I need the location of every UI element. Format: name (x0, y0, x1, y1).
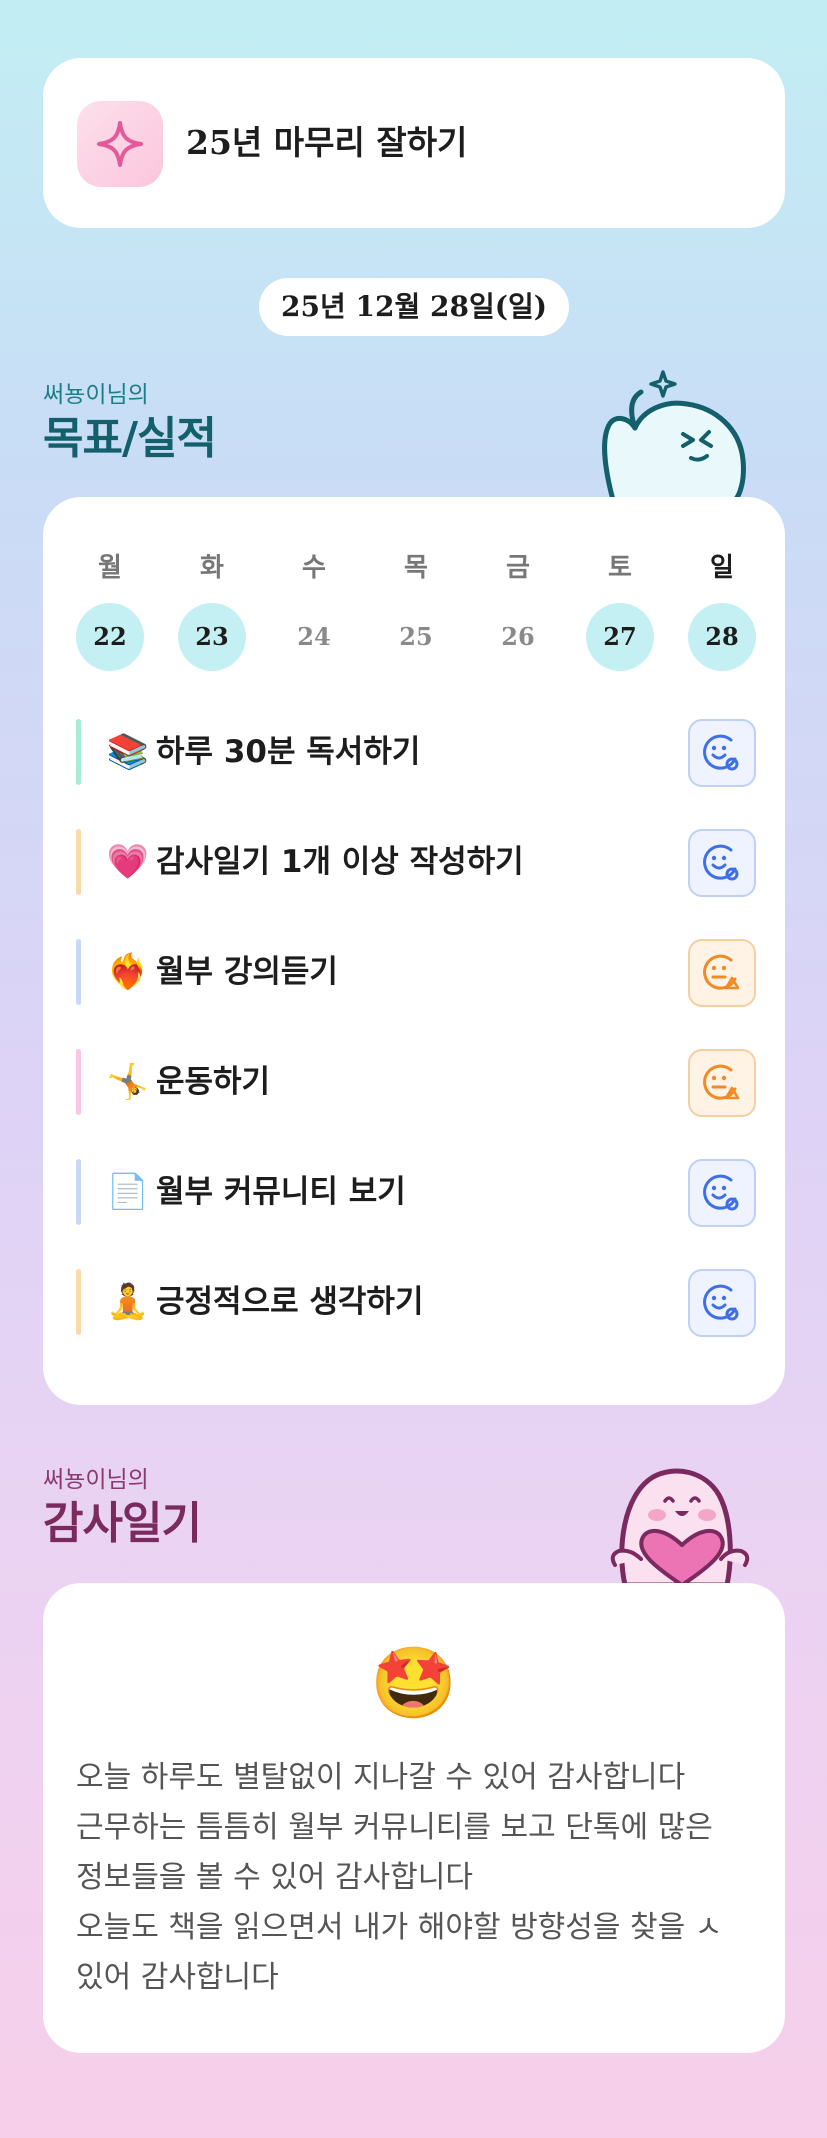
goal-banner-card[interactable]: 25년 마무리 잘하기 (43, 58, 785, 228)
goal-color-bar (76, 939, 81, 1005)
goal-row[interactable]: ❤️‍🔥 월부 강의듣기 (76, 939, 756, 1007)
day-label: 목 (404, 553, 428, 583)
goal-row[interactable]: 🧘 긍정적으로 생각하기 (76, 1269, 756, 1337)
date-pill[interactable]: 25년 12월 28일(일) (259, 278, 569, 336)
goals-card: 월 22 화 23 수 24 목 25 금 26 토 27 일 28 📚 하루 30분 독서하기 💗 감사일기 … (43, 497, 785, 1405)
diary-section-title: 감사일기 (43, 1498, 202, 1549)
diary-line: 정보들을 볼 수 있어 감사합니다 (76, 1860, 473, 1895)
day-label: 금 (506, 553, 530, 583)
mood-neutral-icon[interactable] (688, 1049, 756, 1117)
diary-line: 오늘 하루도 별탈없이 지나갈 수 있어 감사합니다 (76, 1760, 686, 1795)
goal-label: 월부 강의듣기 (156, 954, 338, 990)
day-label: 일 (710, 553, 734, 583)
day-label: 수 (302, 553, 326, 583)
diary-line: 있어 감사합니다 (76, 1960, 279, 1995)
goal-row[interactable]: 📄 월부 커뮤니티 보기 (76, 1159, 756, 1227)
day-number: 22 (76, 603, 144, 671)
diary-line: 오늘도 책을 읽으면서 내가 해야할 방향성을 찾을 ㅅ (76, 1910, 723, 1945)
goal-emoji-icon: 🤸 (106, 1062, 150, 1102)
goal-color-bar (76, 1269, 81, 1335)
star-struck-emoji-icon: 🤩 (370, 1642, 458, 1724)
week-selector: 월 22 화 23 수 24 목 25 금 26 토 27 일 28 (76, 547, 756, 677)
mood-smile-icon[interactable] (688, 1159, 756, 1227)
mood-smile-icon[interactable] (688, 719, 756, 787)
goal-row[interactable]: 💗 감사일기 1개 이상 작성하기 (76, 829, 756, 897)
day-number: 26 (501, 622, 535, 651)
sparkle-icon (77, 101, 163, 187)
mood-smile-icon[interactable] (688, 829, 756, 897)
goal-emoji-icon: 📄 (106, 1172, 150, 1212)
goals-section-title: 목표/실적 (43, 413, 217, 464)
day-label: 월 (98, 553, 122, 583)
goal-label: 감사일기 1개 이상 작성하기 (156, 844, 524, 880)
teal-mascot-illustration (602, 370, 746, 500)
day-number: 28 (688, 603, 756, 671)
day-number: 23 (178, 603, 246, 671)
day-number: 25 (399, 622, 433, 651)
goal-row[interactable]: 📚 하루 30분 독서하기 (76, 719, 756, 787)
mood-smile-icon[interactable] (688, 1269, 756, 1337)
goal-banner-title: 25년 마무리 잘하기 (186, 123, 468, 162)
goal-label: 월부 커뮤니티 보기 (156, 1174, 406, 1210)
goal-label: 하루 30분 독서하기 (156, 734, 421, 770)
gratitude-diary-card[interactable]: 🤩 오늘 하루도 별탈없이 지나갈 수 있어 감사합니다근무하는 틈틈히 월부 … (43, 1583, 785, 2053)
day-number: 24 (297, 622, 331, 651)
goal-color-bar (76, 1159, 81, 1225)
mood-neutral-icon[interactable] (688, 939, 756, 1007)
goal-row[interactable]: 🤸 운동하기 (76, 1049, 756, 1117)
goal-emoji-icon: ❤️‍🔥 (106, 952, 150, 992)
diary-line: 근무하는 틈틈히 월부 커뮤니티를 보고 단톡에 많은 (76, 1810, 713, 1845)
goal-color-bar (76, 829, 81, 895)
goal-emoji-icon: 🧘 (106, 1282, 150, 1322)
goal-color-bar (76, 719, 81, 785)
goal-emoji-icon: 📚 (106, 732, 150, 772)
goal-emoji-icon: 💗 (106, 842, 150, 882)
goal-color-bar (76, 1049, 81, 1115)
pink-mascot-illustration (610, 1468, 750, 1585)
goal-label: 긍정적으로 생각하기 (156, 1284, 424, 1320)
day-label: 화 (200, 553, 224, 583)
day-label: 토 (608, 553, 632, 583)
day-number: 27 (586, 603, 654, 671)
goal-label: 운동하기 (156, 1064, 271, 1100)
